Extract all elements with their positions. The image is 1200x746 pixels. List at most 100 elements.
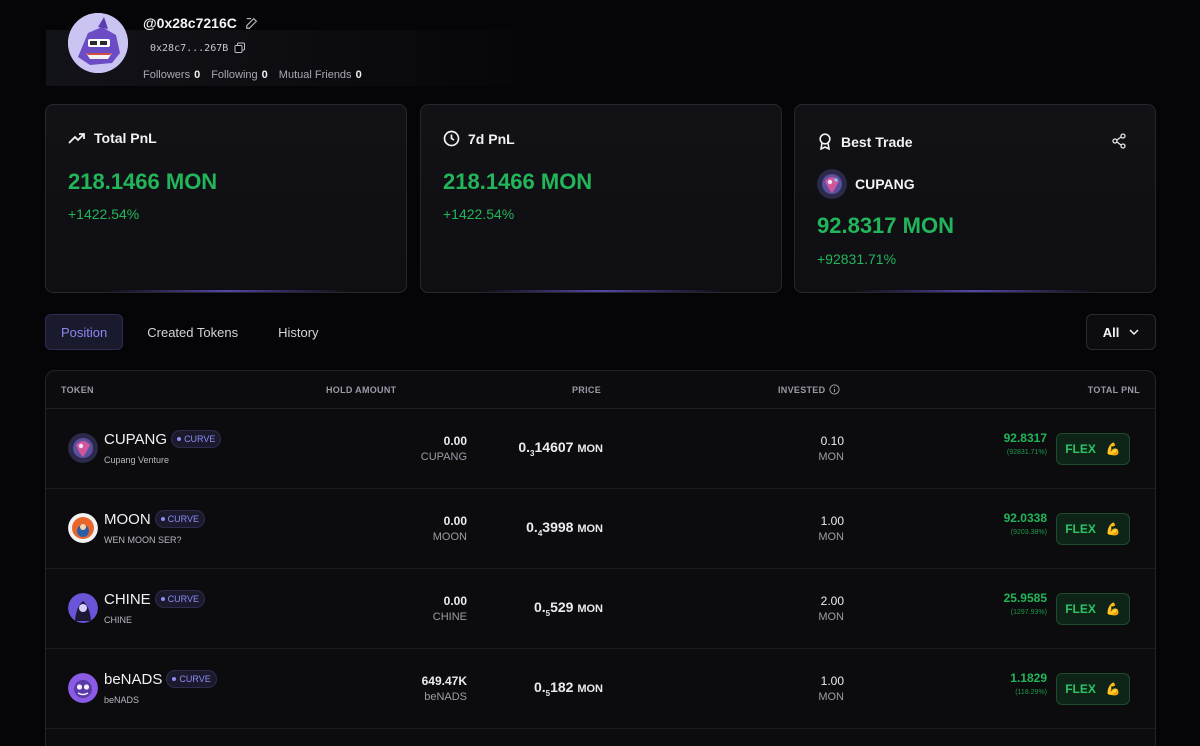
total-pnl-label: Total PnL: [94, 130, 157, 146]
flexed-bicep-icon: 💪: [1105, 602, 1121, 616]
handle-text: @0x28c7216C: [143, 15, 237, 31]
invested-unit: MON: [818, 691, 844, 703]
price-unit: MON: [577, 603, 603, 615]
edit-icon[interactable]: [245, 16, 259, 30]
flex-label: FLEX: [1065, 682, 1096, 696]
flexed-bicep-icon: 💪: [1105, 522, 1121, 536]
best-trade-label: Best Trade: [841, 133, 913, 150]
following-label: Following: [211, 69, 258, 81]
hold-value: 0.00: [443, 594, 467, 608]
price-unit: MON: [577, 443, 603, 455]
pnl-pct: (9203.38%): [1010, 529, 1047, 536]
chine-token-icon: [68, 593, 98, 623]
badge-dot: [160, 597, 165, 601]
hold-value: 649.47K: [421, 674, 467, 688]
curve-badge: CURVE: [154, 510, 206, 528]
total-pnl: 1.1829 (118.29%): [1010, 671, 1047, 696]
total-pnl: 92.8317 (92831.71%): [1004, 431, 1047, 456]
price-digits: 14607: [534, 439, 574, 455]
table-row[interactable]: beNADS CURVE beNADS 649.47K beNADS 0.518…: [46, 649, 1155, 729]
profile-header: @0x28c7216C 0x28c7...267B Followers 0 Fol…: [46, 12, 566, 86]
badge-label: CURVE: [167, 594, 200, 604]
invested: 0.10 MON: [818, 434, 844, 463]
table-row[interactable]: MOON CURVE WEN MOON SER? 0.00 MOON 0.439…: [46, 489, 1155, 569]
mutual-label: Mutual Friends: [278, 69, 352, 81]
price-lead: 0.: [518, 439, 531, 455]
badge-dot: [177, 437, 182, 441]
invested-value: 2.00: [820, 594, 844, 608]
invested: 1.00 MON: [818, 674, 844, 703]
seven-day-pnl-label: 7d PnL: [468, 130, 515, 147]
flex-button[interactable]: FLEX 💪: [1056, 593, 1130, 625]
col-total-pnl: TOTAL PNL: [1087, 385, 1140, 395]
price-lead: 0.: [526, 519, 538, 535]
token-fullname: WEN MOON SER?: [104, 535, 182, 545]
pnl-pct: (92831.71%): [1006, 449, 1047, 456]
share-icon[interactable]: [1111, 133, 1127, 149]
best-trade-value: 92.8317 MON: [817, 213, 954, 238]
copy-icon[interactable]: [234, 42, 246, 54]
invested-value: 1.00: [820, 514, 844, 528]
token-name: CHINE CURVE: [104, 590, 206, 608]
col-token: TOKEN: [61, 385, 94, 395]
trending-up-icon: [68, 133, 85, 144]
table-row[interactable]: CHINE CURVE CHINE 0.00 CHINE 0.5529 MON …: [46, 569, 1155, 649]
best-trade-token[interactable]: CUPANG: [817, 169, 915, 199]
token-fullname: beNADS: [104, 695, 140, 705]
pnl-value: 92.0338: [1003, 511, 1047, 525]
tab-history[interactable]: History: [262, 314, 334, 350]
flex-button[interactable]: FLEX 💪: [1056, 673, 1130, 705]
token-fullname: Cupang Venture: [104, 455, 170, 465]
price: 0.314607 MON: [518, 439, 603, 458]
table-header: TOKEN HOLD AMOUNT PRICE INVESTED TOTAL P…: [46, 371, 1155, 409]
invested-unit: MON: [818, 611, 844, 623]
hold-amount: 0.00 CUPANG: [421, 434, 467, 463]
pnl-pct: (1297.93%): [1010, 609, 1047, 616]
pnl-value: 25.9585: [1003, 591, 1047, 605]
seven-day-pnl-pct: +1422.54%: [443, 206, 515, 222]
total-pnl: 25.9585 (1297.93%): [1004, 591, 1047, 616]
social-stats: Followers 0 Following 0 Mutual Friends 0: [143, 69, 362, 81]
best-trade-pct: +92831.71%: [817, 251, 897, 267]
filter-value: All: [1102, 324, 1120, 340]
price-unit: MON: [577, 523, 603, 535]
following-stat[interactable]: Following 0: [211, 69, 268, 81]
flexed-bicep-icon: 💪: [1105, 442, 1121, 456]
hold-unit: CHINE: [432, 611, 467, 623]
info-icon[interactable]: [829, 384, 841, 395]
positions-table: TOKEN HOLD AMOUNT PRICE INVESTED TOTAL P…: [45, 370, 1156, 746]
tab-created-tokens[interactable]: Created Tokens: [131, 314, 254, 350]
flex-button[interactable]: FLEX 💪: [1056, 433, 1130, 465]
hold-value: 0.00: [443, 514, 467, 528]
badge-label: CURVE: [167, 514, 200, 524]
followers-stat[interactable]: Followers 0: [143, 69, 200, 81]
flexed-bicep-icon: 💪: [1105, 682, 1121, 696]
flex-button[interactable]: FLEX 💪: [1056, 513, 1130, 545]
mutual-stat[interactable]: Mutual Friends 0: [279, 69, 362, 81]
tab-position[interactable]: Position: [45, 314, 124, 350]
price: 0.5529 MON: [534, 599, 603, 618]
price: 0.43998 MON: [526, 519, 603, 538]
invested: 1.00 MON: [818, 514, 844, 543]
cupang-token-icon: [68, 433, 98, 463]
avatar[interactable]: [68, 13, 128, 73]
total-pnl-value: 218.1466 MON: [68, 169, 218, 194]
wallet-address: 0x28c7...267B: [150, 42, 246, 54]
followers-count: 0: [194, 69, 201, 81]
price-digits: 3998: [542, 519, 574, 535]
profile-handle: @0x28c7216C: [143, 15, 259, 31]
col-invested: INVESTED: [778, 384, 841, 395]
portfolio-tabs: Position Created Tokens History: [45, 314, 335, 350]
token-symbol: CUPANG: [104, 430, 168, 448]
token-name: beNADS CURVE: [104, 670, 217, 688]
pnl-pct: (118.29%): [1015, 689, 1047, 696]
price: 0.5182 MON: [534, 679, 603, 698]
clock-icon: [443, 130, 460, 147]
table-row[interactable]: CUPANG CURVE Cupang Venture 0.00 CUPANG …: [46, 409, 1155, 489]
total-pnl: 92.0338 (9203.38%): [1004, 511, 1047, 536]
token-symbol: CHINE: [104, 590, 151, 608]
total-pnl-title: Total PnL: [68, 130, 157, 146]
hold-value: 0.00: [443, 434, 467, 448]
filter-dropdown[interactable]: All: [1086, 314, 1156, 350]
following-count: 0: [261, 69, 268, 81]
